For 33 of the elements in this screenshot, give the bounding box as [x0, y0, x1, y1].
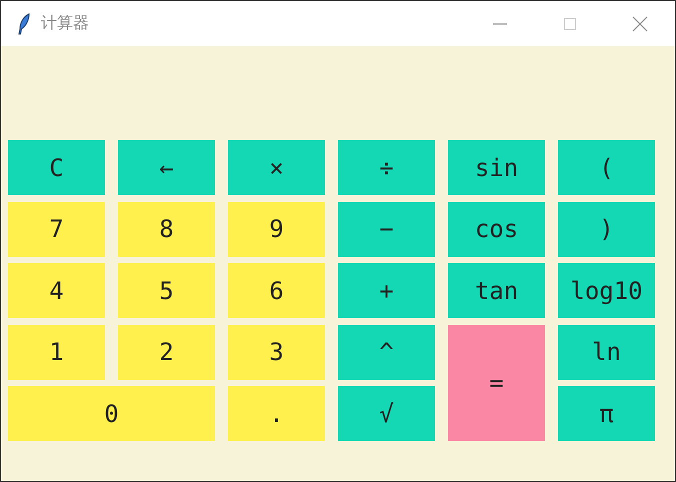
close-icon: [632, 16, 648, 32]
calculator-key[interactable]: ): [558, 202, 655, 256]
calculator-key[interactable]: √: [338, 386, 435, 441]
calculator-key[interactable]: 8: [118, 202, 215, 256]
calculator-key[interactable]: cos: [448, 202, 545, 256]
minimize-icon: [493, 22, 507, 24]
calculator-key[interactable]: 7: [8, 202, 105, 256]
calculator-key[interactable]: 3: [228, 324, 325, 380]
calculator-key[interactable]: ^: [338, 324, 435, 380]
calculator-key[interactable]: +: [338, 263, 435, 318]
calculator-key[interactable]: 4: [8, 263, 105, 318]
calculator-key[interactable]: 0: [8, 386, 215, 441]
calculator-key[interactable]: 9: [228, 202, 325, 256]
calculator-key[interactable]: 6: [228, 263, 325, 318]
calculator-key[interactable]: π: [558, 386, 655, 441]
calculator-key[interactable]: (: [558, 140, 655, 195]
calculator-key[interactable]: −: [338, 202, 435, 256]
feather-icon: [17, 12, 31, 34]
maximize-icon: [563, 16, 577, 30]
calculator-key[interactable]: tan: [448, 263, 545, 318]
calculator-key[interactable]: 1: [8, 324, 105, 380]
calculator-key[interactable]: sin: [448, 140, 545, 195]
calculator-key[interactable]: ←: [118, 140, 215, 195]
calculator-key[interactable]: =: [448, 324, 545, 441]
window-title: 计算器: [41, 13, 89, 34]
calculator-key[interactable]: 5: [118, 263, 215, 318]
calculator-key[interactable]: ÷: [338, 140, 435, 195]
calculator-key[interactable]: .: [228, 386, 325, 441]
calculator-key[interactable]: C: [8, 140, 105, 195]
calculator-key[interactable]: ln: [558, 324, 655, 380]
calculator-key[interactable]: 2: [118, 324, 215, 380]
calculator-key[interactable]: ×: [228, 140, 325, 195]
calculator-key[interactable]: log10: [558, 263, 655, 318]
